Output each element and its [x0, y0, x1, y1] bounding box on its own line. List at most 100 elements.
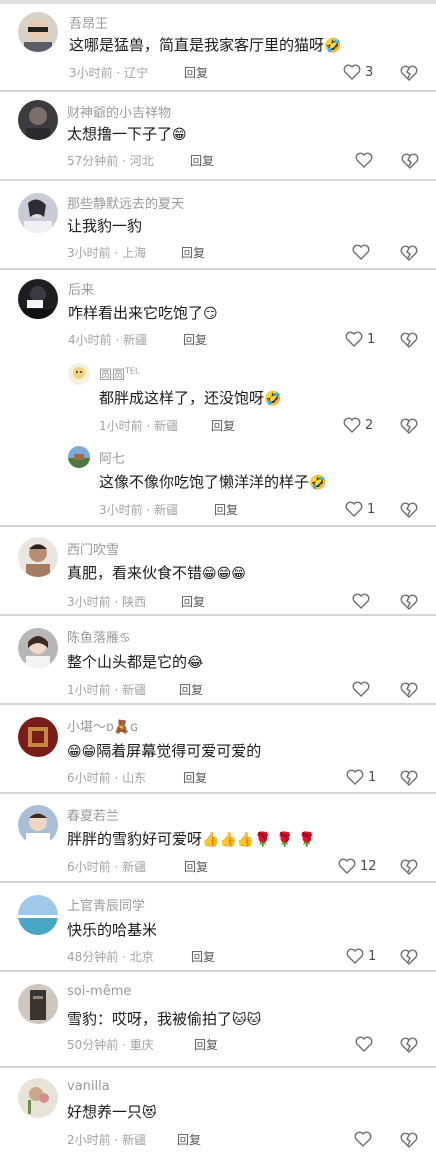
reply-button[interactable]: 回复 — [183, 769, 207, 786]
comment-meta: 6小时前 · 山东 — [67, 771, 147, 785]
avatar[interactable] — [68, 446, 90, 468]
comment-author[interactable]: 财神爺的小吉祥物 — [67, 102, 171, 121]
emoji: 😁😁😁 — [202, 566, 246, 582]
like-count: 1 — [367, 331, 376, 347]
broken-heart-icon[interactable] — [399, 1035, 419, 1055]
comment-author[interactable]: 西门吹雪 — [67, 539, 119, 558]
reply-button[interactable]: 回复 — [190, 152, 214, 169]
heart-outline-icon — [346, 948, 364, 964]
avatar[interactable] — [18, 1078, 58, 1118]
like-button[interactable] — [354, 1129, 376, 1149]
like-count: 1 — [368, 769, 377, 785]
heart-outline-icon — [345, 331, 363, 347]
like-button[interactable]: 3 — [343, 62, 373, 82]
like-button[interactable] — [352, 242, 374, 262]
reply-button[interactable]: 回复 — [184, 858, 208, 875]
avatar[interactable] — [18, 984, 58, 1024]
comment-author[interactable]: vanilla — [67, 1079, 110, 1094]
like-button[interactable]: 2 — [343, 415, 373, 435]
comment-meta: 48分钟前 · 北京 — [67, 950, 154, 964]
avatar[interactable] — [18, 717, 58, 757]
heart-outline-icon — [345, 501, 363, 517]
like-button[interactable]: 12 — [338, 856, 377, 876]
comment-author[interactable]: 上官青辰同学 — [67, 895, 145, 914]
emoji: 😁😁 — [67, 744, 97, 760]
comment-author[interactable]: 小堪～ᴅ🧸ɢ — [67, 716, 138, 735]
broken-heart-icon[interactable] — [399, 330, 419, 350]
broken-heart-icon[interactable] — [399, 947, 419, 967]
like-button[interactable]: 1 — [345, 499, 375, 519]
like-button[interactable]: 1 — [345, 329, 375, 349]
reply-button[interactable]: 回复 — [194, 1036, 218, 1053]
broken-heart-icon[interactable] — [399, 63, 419, 83]
comment-text: 雪豹：哎呀，我被偷拍了🐱🐱 — [67, 1010, 262, 1028]
comment-text: 快乐的哈基米 — [67, 921, 158, 939]
comment-text: 胖胖的雪豹好可爱呀👍👍👍🌹 🌹 🌹 — [67, 830, 316, 848]
comment-item: 后来 咋样看出来它吃饱了😏 4小时前 · 新疆 回复 1 圆圆TEL 都胖成这样… — [0, 270, 436, 527]
comment-meta: 3小时前 · 新疆 — [99, 503, 179, 517]
avatar[interactable] — [18, 628, 58, 668]
like-button[interactable] — [355, 1034, 377, 1054]
avatar[interactable] — [18, 12, 58, 52]
broken-heart-icon[interactable] — [399, 416, 419, 436]
reply-button[interactable]: 回复 — [214, 501, 238, 518]
comment-meta: 1小时前 · 新疆 — [67, 683, 147, 697]
comment-author[interactable]: 那些静默远去的夏天 — [67, 193, 184, 212]
like-button[interactable]: 1 — [346, 946, 376, 966]
comment-meta: 3小时前 · 辽宁 — [69, 66, 149, 80]
emoji: 👍👍👍🌹 🌹 🌹 — [202, 832, 316, 848]
comment-author[interactable]: 阿七 — [99, 448, 125, 467]
like-count: 2 — [365, 417, 374, 433]
emoji: 🤣 — [264, 391, 282, 407]
reply-button[interactable]: 回复 — [177, 1131, 201, 1148]
broken-heart-icon[interactable] — [399, 592, 419, 612]
comment-author[interactable]: 圆圆TEL — [99, 364, 139, 383]
heart-outline-icon — [343, 64, 361, 80]
broken-heart-icon[interactable] — [399, 500, 419, 520]
broken-heart-icon[interactable] — [399, 768, 419, 788]
comment-item: 西门吹雪 真肥，看来伙食不错😁😁😁 3小时前 · 陕西 回复 — [0, 527, 436, 616]
comment-text: 太想撸一下子了😁 — [67, 125, 187, 143]
reply-button[interactable]: 回复 — [181, 593, 205, 610]
reply-button[interactable]: 回复 — [181, 244, 205, 261]
comment-meta: 57分钟前 · 河北 — [67, 154, 154, 168]
avatar[interactable] — [18, 895, 58, 935]
avatar[interactable] — [18, 537, 58, 577]
comment-author[interactable]: 春夏若兰 — [67, 805, 119, 824]
avatar[interactable] — [18, 100, 58, 140]
reply-button[interactable]: 回复 — [191, 948, 215, 965]
avatar[interactable] — [18, 279, 58, 319]
avatar[interactable] — [18, 193, 58, 233]
avatar[interactable] — [18, 805, 58, 845]
comment-author[interactable]: soi-même — [67, 984, 131, 999]
like-button[interactable] — [352, 679, 374, 699]
comment-meta: 2小时前 · 新疆 — [67, 1133, 147, 1147]
like-button[interactable] — [355, 150, 377, 170]
broken-heart-icon[interactable] — [399, 243, 419, 263]
like-button[interactable]: 1 — [346, 767, 376, 787]
reply-button[interactable]: 回复 — [184, 64, 208, 81]
comment-item: 春夏若兰 胖胖的雪豹好可爱呀👍👍👍🌹 🌹 🌹 6小时前 · 新疆 回复 12 — [0, 794, 436, 883]
reply-button[interactable]: 回复 — [183, 331, 207, 348]
comment-meta: 6小时前 · 新疆 — [67, 860, 147, 874]
comment-author[interactable]: 吾昂王 — [69, 13, 108, 32]
avatar[interactable] — [68, 363, 90, 385]
heart-outline-icon — [354, 1131, 372, 1147]
comment-item: soi-même 雪豹：哎呀，我被偷拍了🐱🐱 50分钟前 · 重庆 回复 — [0, 972, 436, 1068]
comment-text: 整个山头都是它的😂 — [67, 653, 204, 671]
reply-button[interactable]: 回复 — [211, 417, 235, 434]
heart-outline-icon — [352, 593, 370, 609]
emoji: 😂 — [187, 655, 204, 671]
broken-heart-icon[interactable] — [400, 151, 420, 171]
like-count: 12 — [360, 858, 377, 874]
reply-button[interactable]: 回复 — [179, 681, 203, 698]
comment-item: 吾昂王 这哪是猛兽，简直是我家客厅里的猫呀🤣 3小时前 · 辽宁 回复 3 — [0, 0, 436, 92]
broken-heart-icon[interactable] — [399, 1130, 419, 1150]
comment-author[interactable]: 后来 — [68, 279, 94, 298]
comment-author[interactable]: 陈鱼落雁♋ — [67, 627, 131, 646]
heart-outline-icon — [343, 417, 361, 433]
broken-heart-icon[interactable] — [399, 680, 419, 700]
like-button[interactable] — [352, 591, 374, 611]
broken-heart-icon[interactable] — [399, 857, 419, 877]
comment-item: 上官青辰同学 快乐的哈基米 48分钟前 · 北京 回复 1 — [0, 883, 436, 972]
